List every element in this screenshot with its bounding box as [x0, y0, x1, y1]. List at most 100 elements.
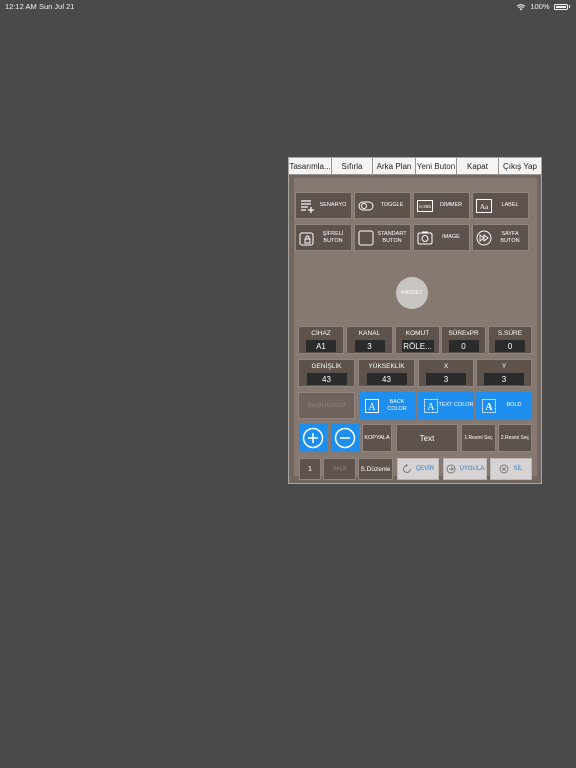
cevir-label: ÇEVİR: [415, 466, 435, 472]
dimmer-button[interactable]: 0-255 DİMMER: [413, 192, 470, 219]
label-label: LABEL: [501, 202, 519, 209]
cihaz-value[interactable]: A1: [306, 340, 336, 352]
kopyala-button[interactable]: KOPYALA: [362, 424, 392, 452]
ssure-label: S.SÜRE: [497, 330, 523, 337]
svg-text:A: A: [368, 402, 376, 413]
text-color-label: TEXT COLOR: [438, 402, 474, 409]
toggle-button[interactable]: TOGGLE: [354, 192, 411, 219]
sil-label: SİL: [513, 466, 523, 472]
tab-tasarim[interactable]: Tasarımla...: [289, 158, 332, 174]
tab-cikis-yap[interactable]: Çıkış Yap: [499, 158, 541, 174]
sil-button[interactable]: SİL: [490, 458, 532, 480]
genislik-field[interactable]: GENİŞLİK 43: [298, 359, 355, 387]
text-color-button[interactable]: A TEXT COLOR: [418, 392, 474, 419]
status-right: 100%: [516, 2, 570, 11]
cihaz-label: CİHAZ: [311, 330, 331, 337]
number-hint: Seçili: [323, 458, 356, 480]
square-button-icon: [358, 230, 374, 246]
image-label: IMAGE: [442, 234, 460, 241]
s-duzenle-button[interactable]: S.Düzenle: [358, 458, 393, 480]
yukseklik-value[interactable]: 43: [366, 373, 407, 385]
surexpr-value[interactable]: 0: [448, 340, 479, 352]
yukseklik-field[interactable]: YÜKSEKLİK 43: [358, 359, 415, 387]
back-color-label: BACK COLOR: [387, 399, 407, 412]
kanal-field[interactable]: KANAL 3: [346, 326, 393, 354]
dimmer-icon: 0-255: [417, 198, 433, 214]
resim2-button[interactable]: 2.Resmi Seç: [498, 424, 532, 452]
tab-kapat[interactable]: Kapat: [457, 158, 499, 174]
dimmer-icon-text: 0-255: [419, 204, 431, 209]
yukseklik-label: YÜKSEKLİK: [368, 363, 405, 370]
zoom-in-button[interactable]: [299, 424, 327, 452]
dimmer-label: DİMMER: [439, 202, 463, 209]
resim1-button[interactable]: 1.Resmi Seç: [461, 424, 496, 452]
bold-label: BOLD: [506, 402, 522, 409]
battery-percent: 100%: [530, 2, 550, 11]
cihaz-field[interactable]: CİHAZ A1: [298, 326, 344, 354]
number-field[interactable]: 1: [299, 458, 321, 480]
camera-icon: [417, 230, 433, 246]
cevir-button[interactable]: ÇEVİR: [397, 458, 439, 480]
apply-icon: [446, 464, 456, 474]
selected-control-button[interactable]: Seçili Kontrol: [298, 392, 355, 419]
genislik-label: GENİŞLİK: [311, 363, 342, 370]
text-input[interactable]: Text: [396, 424, 458, 452]
sifreli-label: ŞİFRELİ BUTON: [322, 231, 344, 244]
image-button[interactable]: IMAGE: [413, 224, 470, 251]
genislik-value[interactable]: 43: [306, 373, 347, 385]
rotate-icon: [402, 464, 411, 473]
y-field[interactable]: Y 3: [476, 359, 532, 387]
y-value[interactable]: 3: [484, 373, 524, 385]
komut-value[interactable]: RÖLE...: [401, 340, 434, 352]
sayfa-buton-button[interactable]: SAYFA BUTON: [472, 224, 529, 251]
komut-label: KOMUT: [405, 330, 430, 337]
tab-yeni-buton[interactable]: Yeni Buton: [416, 158, 457, 174]
label-button[interactable]: Aa LABEL: [472, 192, 529, 219]
uygula-label: UYGULA: [459, 466, 485, 472]
uygula-button[interactable]: UYGULA: [443, 458, 487, 480]
senaryo-label: SENARYO: [319, 202, 347, 209]
surexpr-field[interactable]: SÜRExPR 0: [441, 326, 486, 354]
ssure-field[interactable]: S.SÜRE 0: [488, 326, 532, 354]
label-icon-text: Aa: [480, 203, 489, 211]
status-time: 12:12 AM: [5, 2, 37, 11]
battery-nub: [568, 5, 570, 8]
wifi-icon: [516, 3, 526, 10]
toggle-icon: [358, 198, 374, 214]
fast-forward-icon: [476, 230, 492, 246]
komut-field[interactable]: KOMUT RÖLE...: [395, 326, 440, 354]
senaryo-button[interactable]: SENARYO: [295, 192, 352, 219]
sayfa-label: SAYFA BUTON: [500, 231, 520, 244]
minus-circle-icon: [334, 427, 356, 449]
x-field[interactable]: X 3: [418, 359, 474, 387]
zoom-out-button[interactable]: [331, 424, 359, 452]
bold-icon: A: [482, 398, 496, 413]
back-color-button[interactable]: A BACK COLOR: [359, 392, 415, 419]
label-icon: Aa: [476, 198, 492, 214]
battery-icon: [553, 3, 568, 10]
status-bar: 12:12 AM Sun Jul 21 100%: [0, 0, 576, 14]
y-label: Y: [501, 363, 507, 370]
standart-label: STANDART BUTON: [377, 231, 407, 244]
kanal-label: KANAL: [358, 330, 381, 337]
bold-button[interactable]: A BOLD: [476, 392, 532, 419]
x-label: X: [443, 363, 449, 370]
sifreli-buton-button[interactable]: ŞİFRELİ BUTON: [295, 224, 352, 251]
status-date: Sun Jul 21: [39, 2, 75, 11]
tab-arka-plan[interactable]: Arka Plan: [373, 158, 416, 174]
toggle-label: TOGGLE: [380, 202, 404, 209]
surexpr-label: SÜRExPR: [448, 330, 479, 337]
list-add-icon: [299, 198, 315, 214]
save-button[interactable]: KAYDET: [396, 277, 428, 309]
svg-text:A: A: [427, 402, 435, 413]
standart-buton-button[interactable]: STANDART BUTON: [354, 224, 411, 251]
ssure-value[interactable]: 0: [495, 340, 525, 352]
kanal-value[interactable]: 3: [354, 340, 385, 352]
plus-circle-icon: [302, 427, 324, 449]
delete-icon: [499, 464, 509, 474]
x-value[interactable]: 3: [426, 373, 466, 385]
tab-sifirla[interactable]: Sıfırla: [332, 158, 373, 174]
text-color-icon: A: [424, 398, 438, 413]
svg-text:A: A: [485, 402, 493, 413]
lock-icon: [299, 230, 315, 246]
